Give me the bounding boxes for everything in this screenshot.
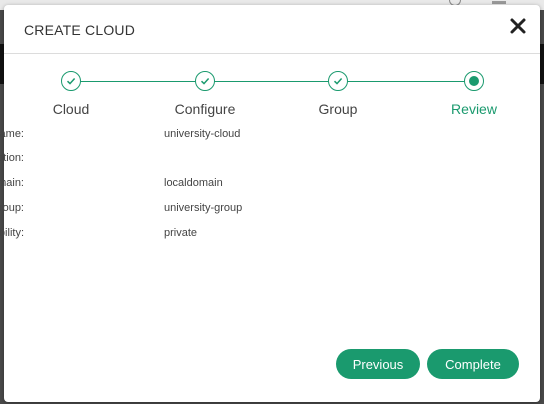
step-label-configure[interactable]: Configure [175,101,236,117]
step-group-check-icon[interactable] [328,71,348,91]
background-menu-icon [492,1,506,4]
review-row-domain: Domain: localdomain [0,177,404,193]
review-value: localdomain [164,177,223,189]
review-row-name: Name: university-cloud [0,128,404,144]
review-key: Location: [0,152,24,164]
review-key: Visibility: [0,227,24,239]
step-configure-check-icon[interactable] [195,71,215,91]
review-key: Group: [0,202,24,214]
review-value: university-group [164,202,243,214]
step-cloud-check-icon[interactable] [61,71,81,91]
review-row-location: Location: [0,152,404,168]
review-value: private [164,227,198,239]
review-key: Name: [0,128,24,140]
review-key: Domain: [0,177,24,189]
wizard-steps: Cloud Configure Group Review [4,67,540,127]
complete-button[interactable]: Complete [427,349,519,379]
previous-button[interactable]: Previous [336,349,420,379]
create-cloud-modal: CREATE CLOUD Cloud Configure Group Revie… [0,5,540,402]
wizard-progress-line [71,81,474,82]
review-row-group: Group: university-group [0,202,404,218]
modal-header: CREATE CLOUD [4,5,540,54]
step-label-cloud[interactable]: Cloud [53,101,90,117]
close-icon[interactable] [508,16,528,36]
modal-title: CREATE CLOUD [24,22,136,38]
review-row-visibility: Visibility: private [0,227,404,243]
review-value: university-cloud [164,128,241,140]
step-label-review[interactable]: Review [451,101,497,117]
step-review-current-icon[interactable] [464,71,484,91]
step-label-group[interactable]: Group [319,101,358,117]
